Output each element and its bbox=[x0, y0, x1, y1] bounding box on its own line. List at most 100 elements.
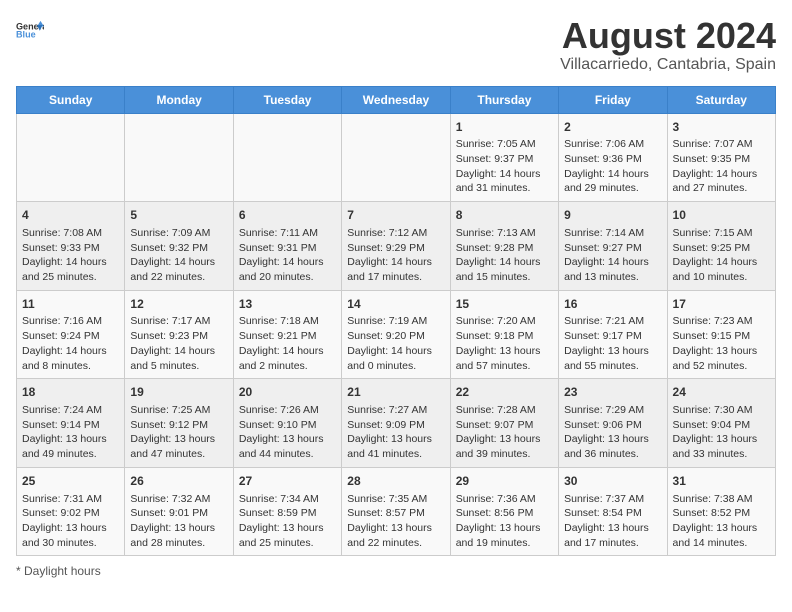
day-info: Sunrise: 7:06 AM Sunset: 9:36 PM Dayligh… bbox=[564, 137, 661, 196]
day-info: Sunrise: 7:18 AM Sunset: 9:21 PM Dayligh… bbox=[239, 314, 336, 373]
calendar-cell: 11Sunrise: 7:16 AM Sunset: 9:24 PM Dayli… bbox=[17, 290, 125, 379]
calendar-cell: 7 Sunrise: 7:12 AM Sunset: 9:29 PM Daylig… bbox=[342, 202, 450, 291]
calendar-table: SundayMondayTuesdayWednesdayThursdayFrid… bbox=[16, 86, 776, 557]
day-info: Sunrise: 7:32 AM Sunset: 9:01 PM Dayligh… bbox=[130, 492, 227, 551]
calendar-title: August 2024 bbox=[560, 16, 776, 56]
calendar-cell: 25Sunrise: 7:31 AM Sunset: 9:02 PM Dayli… bbox=[17, 467, 125, 556]
logo: General Blue bbox=[16, 16, 44, 44]
weekday-header: Saturday bbox=[667, 86, 775, 113]
day-info: Sunrise: 7:20 AM Sunset: 9:18 PM Dayligh… bbox=[456, 314, 553, 373]
calendar-cell: 4Sunrise: 7:08 AM Sunset: 9:33 PM Daylig… bbox=[17, 202, 125, 291]
day-info: Sunrise: 7:05 AM Sunset: 9:37 PM Dayligh… bbox=[456, 137, 553, 196]
day-number: 24 bbox=[673, 384, 770, 401]
day-number: 23 bbox=[564, 384, 661, 401]
day-info: Sunrise: 7:07 AM Sunset: 9:35 PM Dayligh… bbox=[673, 137, 770, 196]
day-info: Sunrise: 7:09 AM Sunset: 9:32 PM Dayligh… bbox=[130, 226, 227, 285]
day-number: 3 bbox=[673, 119, 770, 136]
day-number: 28 bbox=[347, 473, 444, 490]
calendar-cell: 23 Sunrise: 7:29 AM Sunset: 9:06 PM Dayli… bbox=[559, 379, 667, 468]
calendar-week-row: 1Sunrise: 7:05 AM Sunset: 9:37 PM Daylig… bbox=[17, 113, 776, 202]
weekday-row: SundayMondayTuesdayWednesdayThursdayFrid… bbox=[17, 86, 776, 113]
day-info: Sunrise: 7:11 AM Sunset: 9:31 PM Dayligh… bbox=[239, 226, 336, 285]
day-number: 11 bbox=[22, 296, 119, 313]
day-info: Sunrise: 7:17 AM Sunset: 9:23 PM Dayligh… bbox=[130, 314, 227, 373]
day-number: 12 bbox=[130, 296, 227, 313]
day-info: Sunrise: 7:26 AM Sunset: 9:10 PM Dayligh… bbox=[239, 403, 336, 462]
calendar-cell: 16Sunrise: 7:21 AM Sunset: 9:17 PM Dayli… bbox=[559, 290, 667, 379]
day-number: 5 bbox=[130, 207, 227, 224]
day-number: 16 bbox=[564, 296, 661, 313]
day-info: Sunrise: 7:36 AM Sunset: 8:56 PM Dayligh… bbox=[456, 492, 553, 551]
page-header: General Blue August 2024 Villacarriedo, … bbox=[16, 16, 776, 74]
calendar-week-row: 18Sunrise: 7:24 AM Sunset: 9:14 PM Dayli… bbox=[17, 379, 776, 468]
calendar-cell: 8Sunrise: 7:13 AM Sunset: 9:28 PM Daylig… bbox=[450, 202, 558, 291]
calendar-cell: 14Sunrise: 7:19 AM Sunset: 9:20 PM Dayli… bbox=[342, 290, 450, 379]
calendar-subtitle: Villacarriedo, Cantabria, Spain bbox=[560, 56, 776, 74]
day-info: Sunrise: 7:27 AM Sunset: 9:09 PM Dayligh… bbox=[347, 403, 444, 462]
day-info: Sunrise: 7:19 AM Sunset: 9:20 PM Dayligh… bbox=[347, 314, 444, 373]
day-info: Sunrise: 7:23 AM Sunset: 9:15 PM Dayligh… bbox=[673, 314, 770, 373]
title-area: August 2024 Villacarriedo, Cantabria, Sp… bbox=[560, 16, 776, 74]
day-info: Sunrise: 7:38 AM Sunset: 8:52 PM Dayligh… bbox=[673, 492, 770, 551]
calendar-cell bbox=[342, 113, 450, 202]
weekday-header: Friday bbox=[559, 86, 667, 113]
day-number: 26 bbox=[130, 473, 227, 490]
logo-icon: General Blue bbox=[16, 16, 44, 44]
calendar-cell: 13Sunrise: 7:18 AM Sunset: 9:21 PM Dayli… bbox=[233, 290, 341, 379]
calendar-cell: 5 Sunrise: 7:09 AM Sunset: 9:32 PM Daylig… bbox=[125, 202, 233, 291]
day-info: Sunrise: 7:08 AM Sunset: 9:33 PM Dayligh… bbox=[22, 226, 119, 285]
weekday-header: Monday bbox=[125, 86, 233, 113]
calendar-cell: 1Sunrise: 7:05 AM Sunset: 9:37 PM Daylig… bbox=[450, 113, 558, 202]
day-number: 30 bbox=[564, 473, 661, 490]
calendar-cell: 29Sunrise: 7:36 AM Sunset: 8:56 PM Dayli… bbox=[450, 467, 558, 556]
calendar-cell: 24 Sunrise: 7:30 AM Sunset: 9:04 PM Dayli… bbox=[667, 379, 775, 468]
day-info: Sunrise: 7:30 AM Sunset: 9:04 PM Dayligh… bbox=[673, 403, 770, 462]
day-number: 1 bbox=[456, 119, 553, 136]
calendar-cell: 19Sunrise: 7:25 AM Sunset: 9:12 PM Dayli… bbox=[125, 379, 233, 468]
day-number: 21 bbox=[347, 384, 444, 401]
calendar-cell: 20 Sunrise: 7:26 AM Sunset: 9:10 PM Dayli… bbox=[233, 379, 341, 468]
calendar-cell: 28 Sunrise: 7:35 AM Sunset: 8:57 PM Dayli… bbox=[342, 467, 450, 556]
day-info: Sunrise: 7:35 AM Sunset: 8:57 PM Dayligh… bbox=[347, 492, 444, 551]
day-number: 18 bbox=[22, 384, 119, 401]
calendar-cell: 22 Sunrise: 7:28 AM Sunset: 9:07 PM Dayli… bbox=[450, 379, 558, 468]
calendar-week-row: 4Sunrise: 7:08 AM Sunset: 9:33 PM Daylig… bbox=[17, 202, 776, 291]
day-number: 13 bbox=[239, 296, 336, 313]
day-number: 15 bbox=[456, 296, 553, 313]
calendar-week-row: 11Sunrise: 7:16 AM Sunset: 9:24 PM Dayli… bbox=[17, 290, 776, 379]
day-number: 9 bbox=[564, 207, 661, 224]
day-info: Sunrise: 7:15 AM Sunset: 9:25 PM Dayligh… bbox=[673, 226, 770, 285]
day-number: 27 bbox=[239, 473, 336, 490]
calendar-cell: 2Sunrise: 7:06 AM Sunset: 9:36 PM Daylig… bbox=[559, 113, 667, 202]
calendar-cell bbox=[125, 113, 233, 202]
day-info: Sunrise: 7:28 AM Sunset: 9:07 PM Dayligh… bbox=[456, 403, 553, 462]
calendar-cell: 12Sunrise: 7:17 AM Sunset: 9:23 PM Dayli… bbox=[125, 290, 233, 379]
calendar-cell: 17Sunrise: 7:23 AM Sunset: 9:15 PM Dayli… bbox=[667, 290, 775, 379]
calendar-cell: 18Sunrise: 7:24 AM Sunset: 9:14 PM Dayli… bbox=[17, 379, 125, 468]
day-number: 10 bbox=[673, 207, 770, 224]
day-info: Sunrise: 7:34 AM Sunset: 8:59 PM Dayligh… bbox=[239, 492, 336, 551]
weekday-header: Wednesday bbox=[342, 86, 450, 113]
day-info: Sunrise: 7:29 AM Sunset: 9:06 PM Dayligh… bbox=[564, 403, 661, 462]
calendar-week-row: 25Sunrise: 7:31 AM Sunset: 9:02 PM Dayli… bbox=[17, 467, 776, 556]
calendar-cell: 10 Sunrise: 7:15 AM Sunset: 9:25 PM Dayli… bbox=[667, 202, 775, 291]
day-number: 2 bbox=[564, 119, 661, 136]
day-info: Sunrise: 7:14 AM Sunset: 9:27 PM Dayligh… bbox=[564, 226, 661, 285]
calendar-cell: 9 Sunrise: 7:14 AM Sunset: 9:27 PM Daylig… bbox=[559, 202, 667, 291]
day-info: Sunrise: 7:37 AM Sunset: 8:54 PM Dayligh… bbox=[564, 492, 661, 551]
day-number: 20 bbox=[239, 384, 336, 401]
day-info: Sunrise: 7:21 AM Sunset: 9:17 PM Dayligh… bbox=[564, 314, 661, 373]
day-info: Sunrise: 7:12 AM Sunset: 9:29 PM Dayligh… bbox=[347, 226, 444, 285]
day-info: Sunrise: 7:13 AM Sunset: 9:28 PM Dayligh… bbox=[456, 226, 553, 285]
calendar-header: SundayMondayTuesdayWednesdayThursdayFrid… bbox=[17, 86, 776, 113]
weekday-header: Tuesday bbox=[233, 86, 341, 113]
calendar-cell: 30 Sunrise: 7:37 AM Sunset: 8:54 PM Dayli… bbox=[559, 467, 667, 556]
daylight-note: Daylight hours bbox=[24, 564, 101, 578]
calendar-cell: 6 Sunrise: 7:11 AM Sunset: 9:31 PM Daylig… bbox=[233, 202, 341, 291]
day-number: 6 bbox=[239, 207, 336, 224]
day-number: 7 bbox=[347, 207, 444, 224]
day-number: 22 bbox=[456, 384, 553, 401]
weekday-header: Thursday bbox=[450, 86, 558, 113]
day-info: Sunrise: 7:25 AM Sunset: 9:12 PM Dayligh… bbox=[130, 403, 227, 462]
calendar-cell: 26 Sunrise: 7:32 AM Sunset: 9:01 PM Dayli… bbox=[125, 467, 233, 556]
